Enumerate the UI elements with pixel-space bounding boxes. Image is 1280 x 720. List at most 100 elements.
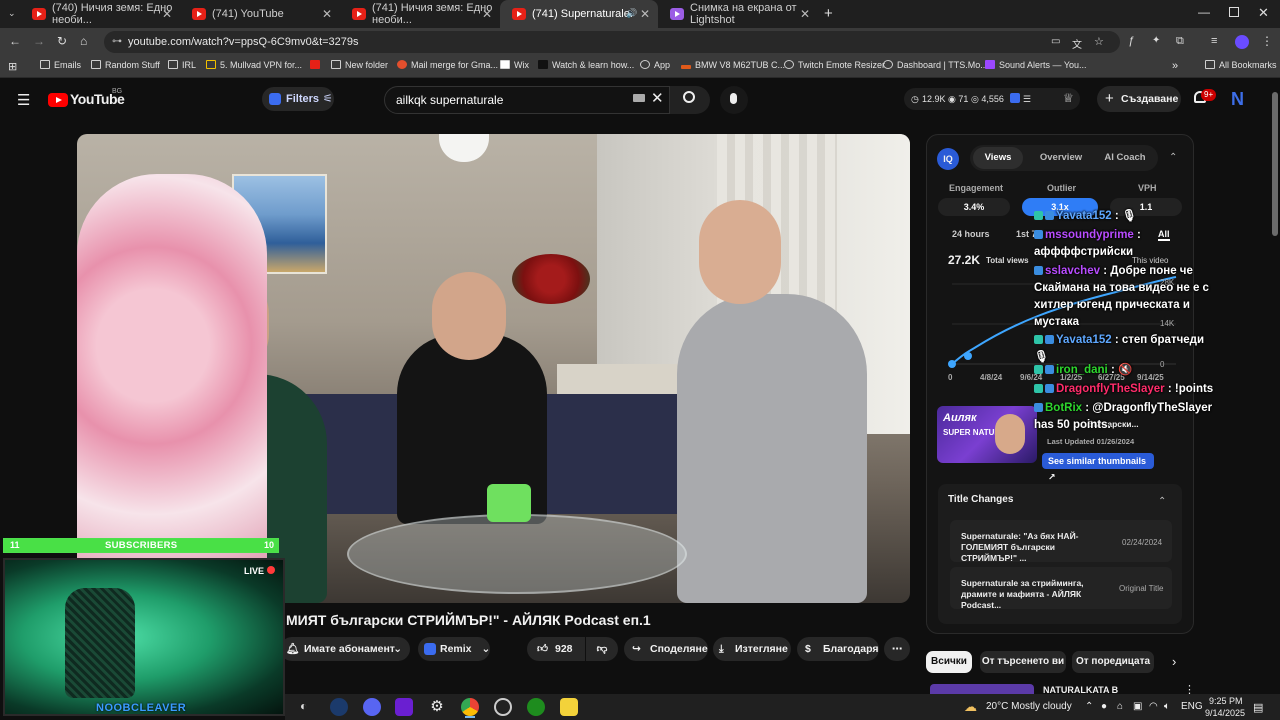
bookmark-item[interactable]: IRL: [168, 60, 196, 70]
tab-search-icon[interactable]: ⌄: [8, 8, 20, 20]
bookmark-item[interactable]: Twitch Emote Resizer: [784, 60, 885, 70]
home-icon[interactable]: ⌂: [80, 34, 87, 48]
sticky-notes-icon[interactable]: [560, 698, 578, 716]
cast-icon[interactable]: ▭: [1051, 36, 1060, 47]
apps-grid-icon[interactable]: ⊞: [8, 60, 17, 73]
collapse-chevron-icon[interactable]: ⌃: [1158, 496, 1166, 507]
voice-search-button[interactable]: [720, 86, 748, 114]
restore-button[interactable]: [1229, 7, 1239, 17]
bookmark-item[interactable]: Wix: [500, 60, 529, 70]
bookmark-item[interactable]: Dashboard | TTS.Mo...: [883, 60, 988, 70]
bookmark-item[interactable]: 5. Mullvad VPN for...: [206, 60, 302, 70]
bookmark-star-icon[interactable]: ☆: [1094, 35, 1104, 48]
extension-icon[interactable]: ✦: [1152, 35, 1160, 46]
tab-overview[interactable]: Overview: [1032, 147, 1090, 169]
channel-stats[interactable]: ◷ 12.9K ◉ 71 ◎ 4,556 ☰: [904, 88, 1080, 110]
time-tab-24h[interactable]: 24 hours: [952, 229, 990, 239]
close-icon[interactable]: ✕: [482, 7, 492, 21]
keyboard-icon[interactable]: [633, 94, 645, 102]
similar-thumbnails-button[interactable]: See similar thumbnails ↗: [1042, 453, 1154, 482]
extensions-puzzle-icon[interactable]: ⧉: [1176, 35, 1184, 48]
close-icon[interactable]: ✕: [800, 7, 810, 21]
bookmark-item[interactable]: [310, 60, 324, 70]
extension-icon[interactable]: ƒ: [1128, 35, 1134, 47]
weather-text[interactable]: 20°C Mostly cloudy: [986, 701, 1072, 712]
tray-chevron-icon[interactable]: ⌃: [1085, 701, 1093, 712]
close-icon[interactable]: ✕: [162, 7, 172, 21]
download-button[interactable]: ⤓ Изтегляне: [713, 637, 791, 661]
collapse-chevron-icon[interactable]: ⌃: [1169, 152, 1177, 163]
browser-tab[interactable]: (740) Ничия земя: Едно необи... ✕: [20, 0, 180, 28]
bookmark-item[interactable]: App: [640, 60, 670, 70]
bookmarks-overflow-chevron-icon[interactable]: »: [1172, 60, 1178, 72]
video-thumbnail[interactable]: Аиляк SUPER NATURALE: [937, 406, 1037, 463]
dislike-button[interactable]: 👎︎: [586, 637, 618, 661]
close-icon[interactable]: ✕: [640, 7, 650, 21]
hamburger-menu-icon[interactable]: ☰: [17, 91, 30, 109]
chip-all[interactable]: Всички: [926, 651, 972, 673]
clock-date[interactable]: 9/14/2025: [1205, 708, 1245, 718]
chip-from-search[interactable]: От търсенето ви: [980, 651, 1066, 673]
bookmark-item[interactable]: BMW V8 M62TUB C...: [681, 60, 785, 70]
bookmark-item[interactable]: Watch & learn how...: [538, 60, 634, 70]
search-input[interactable]: ailkqk supernaturale: [384, 86, 670, 114]
subscribed-button[interactable]: 🔔︎ Имате абонамент ⌄: [280, 637, 410, 661]
obs-icon[interactable]: [494, 698, 512, 716]
browser-tab[interactable]: Снимка на екрана от Lightshot ✕: [658, 0, 818, 28]
tab-views[interactable]: Views: [973, 147, 1023, 169]
share-button[interactable]: ↪ Споделяне: [624, 637, 708, 661]
weather-icon[interactable]: ☁: [964, 699, 977, 715]
create-button[interactable]: + Създаване: [1097, 86, 1181, 112]
network-tray-icon[interactable]: ⌂: [1117, 701, 1123, 712]
tray-icon[interactable]: ▣: [1133, 701, 1142, 712]
scrollbar-thumb[interactable]: [1272, 92, 1278, 236]
menu-icon[interactable]: ⋮: [1261, 34, 1273, 48]
clock-time[interactable]: 9:25 PM: [1209, 696, 1243, 706]
browser-tab[interactable]: (741) YouTube ✕: [180, 0, 340, 28]
profile-avatar[interactable]: [1235, 35, 1249, 49]
clear-search-icon[interactable]: ✕: [651, 89, 664, 107]
nzxt-icon[interactable]: [395, 698, 413, 716]
chip-from-series[interactable]: От поредицата: [1072, 651, 1154, 673]
close-window-button[interactable]: ✕: [1258, 5, 1269, 21]
notifications-tray-icon[interactable]: ▤: [1253, 701, 1263, 714]
bookmark-item[interactable]: Mail merge for Gma...: [397, 60, 498, 70]
steam-icon[interactable]: [330, 698, 348, 716]
more-actions-button[interactable]: ⋯: [884, 637, 910, 661]
trophy-icon[interactable]: ♕: [1063, 91, 1074, 105]
discord-icon[interactable]: [363, 698, 381, 716]
thanks-button[interactable]: $ Благодаря: [797, 637, 879, 661]
address-bar[interactable]: ⊶ youtube.com/watch?v=ppsQ-6C9mv0&t=3279s: [104, 31, 1120, 53]
remix-button[interactable]: Remix ⌄: [418, 637, 490, 661]
chevron-right-icon[interactable]: ›: [1172, 654, 1176, 669]
browser-tab[interactable]: (741) Ничия земя: Едно необи... ✕: [340, 0, 500, 28]
bookmark-item[interactable]: Sound Alerts — You...: [985, 60, 1087, 70]
wifi-tray-icon[interactable]: ◠: [1149, 701, 1158, 712]
forward-icon[interactable]: →: [33, 34, 45, 48]
reading-list-icon[interactable]: ≡: [1211, 35, 1217, 47]
chrome-icon[interactable]: [461, 698, 479, 716]
next-video-thumbnail[interactable]: [930, 684, 1034, 694]
account-avatar[interactable]: N: [1231, 89, 1251, 109]
youtube-logo-icon[interactable]: [48, 93, 68, 107]
site-info-icon[interactable]: ⊶: [112, 31, 122, 53]
browser-tab-active[interactable]: (741) Supernaturale: "Аз бя...🔊✕: [500, 0, 658, 28]
bookmark-item[interactable]: New folder: [331, 60, 388, 70]
new-tab-button[interactable]: +: [824, 5, 833, 22]
video-player[interactable]: [77, 134, 910, 603]
all-bookmarks[interactable]: All Bookmarks: [1205, 60, 1277, 70]
xbox-icon[interactable]: [527, 698, 545, 716]
settings-gear-icon[interactable]: ⚙: [428, 698, 446, 716]
filters-button[interactable]: Filters ⚟: [262, 87, 334, 111]
back-icon[interactable]: ←: [9, 34, 21, 48]
bookmark-item[interactable]: Random Stuff: [91, 60, 160, 70]
close-icon[interactable]: ✕: [322, 7, 332, 21]
speaker-icon[interactable]: 🔊: [626, 8, 637, 19]
reload-icon[interactable]: ↻: [57, 34, 67, 48]
language-indicator[interactable]: ENG: [1181, 701, 1203, 712]
volume-tray-icon[interactable]: 🔈︎: [1164, 701, 1170, 712]
task-view-icon[interactable]: ◐: [300, 699, 307, 713]
mic-tray-icon[interactable]: ●: [1101, 701, 1107, 712]
like-button[interactable]: 👍︎ 928: [527, 637, 585, 661]
translate-icon[interactable]: 文: [1072, 36, 1082, 51]
